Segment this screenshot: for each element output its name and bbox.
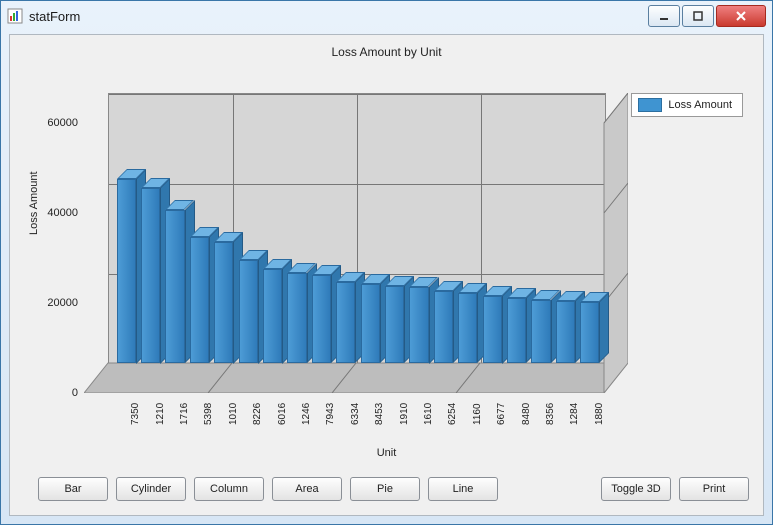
x-tick-label: 6677 bbox=[496, 403, 507, 425]
app-icon bbox=[7, 8, 23, 24]
minimize-button[interactable] bbox=[648, 5, 680, 27]
x-tick-label: 1210 bbox=[155, 403, 166, 425]
chart-area: 0200004000060000 73501210171653981010822… bbox=[84, 93, 624, 393]
chart-title: Loss Amount by Unit bbox=[10, 35, 763, 59]
x-tick-label: 8480 bbox=[521, 403, 532, 425]
x-tick-label: 1880 bbox=[594, 403, 605, 425]
x-tick-label: 1716 bbox=[179, 403, 190, 425]
print-button[interactable]: Print bbox=[679, 477, 749, 501]
x-tick-label: 6334 bbox=[350, 403, 361, 425]
legend-swatch bbox=[638, 98, 662, 112]
close-button[interactable] bbox=[716, 5, 766, 27]
minimize-icon bbox=[659, 11, 669, 21]
x-tick-label: 8356 bbox=[545, 403, 556, 425]
x-tick-label: 8226 bbox=[252, 403, 263, 425]
x-tick-label: 1610 bbox=[423, 403, 434, 425]
pie-button[interactable]: Pie bbox=[350, 477, 420, 501]
column-button[interactable]: Column bbox=[194, 477, 264, 501]
window-frame: statForm Loss Amount by Unit Loss Amount… bbox=[0, 0, 773, 525]
client-area: Loss Amount by Unit Loss Amount Loss Amo… bbox=[9, 34, 764, 516]
y-tick-label: 20000 bbox=[18, 297, 78, 309]
x-tick-label: 1246 bbox=[301, 403, 312, 425]
line-button[interactable]: Line bbox=[428, 477, 498, 501]
x-tick-label: 7350 bbox=[130, 403, 141, 425]
x-ticks: 7350121017165398101082266016124679436334… bbox=[84, 93, 624, 393]
titlebar[interactable]: statForm bbox=[1, 1, 772, 31]
button-row: Bar Cylinder Column Area Pie Line Toggle… bbox=[38, 477, 749, 501]
legend: Loss Amount bbox=[631, 93, 743, 117]
x-tick-label: 1010 bbox=[228, 403, 239, 425]
x-tick-label: 1910 bbox=[399, 403, 410, 425]
toggle-3d-button[interactable]: Toggle 3D bbox=[601, 477, 671, 501]
bar-button[interactable]: Bar bbox=[38, 477, 108, 501]
area-button[interactable]: Area bbox=[272, 477, 342, 501]
x-tick-label: 7943 bbox=[325, 403, 336, 425]
y-tick-label: 40000 bbox=[18, 207, 78, 219]
window-controls bbox=[648, 5, 766, 27]
x-axis-label: Unit bbox=[10, 447, 763, 459]
cylinder-button[interactable]: Cylinder bbox=[116, 477, 186, 501]
window-title: statForm bbox=[29, 9, 648, 24]
x-tick-label: 1160 bbox=[472, 403, 483, 425]
x-tick-label: 6016 bbox=[277, 403, 288, 425]
y-tick-label: 0 bbox=[18, 387, 78, 399]
x-tick-label: 8453 bbox=[374, 403, 385, 425]
y-tick-label: 60000 bbox=[18, 117, 78, 129]
x-tick-label: 6254 bbox=[447, 403, 458, 425]
maximize-icon bbox=[693, 11, 703, 21]
y-axis-label: Loss Amount bbox=[28, 171, 40, 235]
x-tick-label: 1284 bbox=[569, 403, 580, 425]
maximize-button[interactable] bbox=[682, 5, 714, 27]
legend-label: Loss Amount bbox=[668, 99, 732, 111]
x-tick-label: 5398 bbox=[203, 403, 214, 425]
close-icon bbox=[735, 10, 747, 22]
